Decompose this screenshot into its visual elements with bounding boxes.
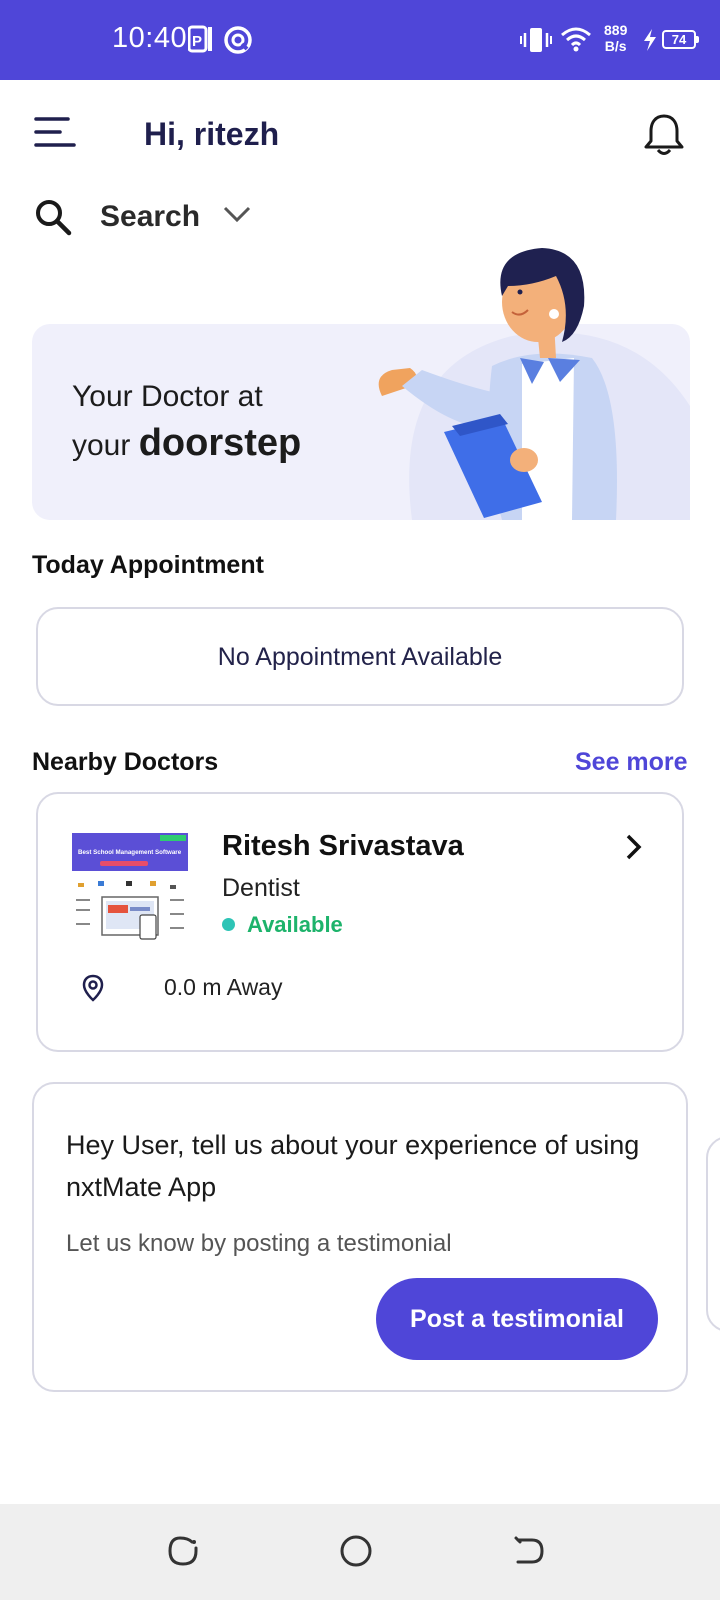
doctor-distance: 0.0 m Away	[164, 974, 283, 1000]
system-nav-bar	[0, 1504, 720, 1600]
bell-icon[interactable]	[643, 113, 685, 157]
wifi-icon	[561, 27, 591, 52]
status-dot	[222, 918, 235, 931]
home-icon[interactable]	[339, 1534, 373, 1568]
banner-line2: your doorstep	[72, 422, 301, 465]
status-time: 10:40	[112, 22, 188, 54]
today-appointment-title: Today Appointment	[32, 551, 264, 579]
network-speed-value: 889	[604, 22, 628, 38]
testimonial-subtitle: Let us know by posting a testimonial	[66, 1230, 452, 1257]
svg-text:P: P	[192, 33, 202, 50]
doctor-status-label: Available	[247, 912, 343, 937]
hamburger-menu-icon[interactable]	[34, 116, 78, 150]
testimonial-card: Hey User, tell us about your experience …	[32, 1082, 688, 1392]
doctor-thumbnail: Best School Management Software	[70, 827, 192, 945]
testimonial-title: Hey User, tell us about your experience …	[66, 1130, 640, 1202]
chevron-right-icon[interactable]	[624, 832, 644, 862]
search-dropdown[interactable]: Search	[34, 194, 274, 240]
doctor-illustration	[378, 248, 690, 520]
battery-icon: 74	[662, 30, 699, 49]
charging-icon	[644, 29, 656, 51]
vibrate-icon	[520, 28, 552, 52]
banner-line2-prefix: your	[72, 429, 139, 462]
location-pin-icon	[82, 974, 104, 1002]
recents-icon[interactable]	[166, 1534, 200, 1568]
doctor-specialty: Dentist	[222, 874, 300, 902]
thumbnail-headline: Best School Management Software	[78, 849, 182, 856]
banner-line2-bold: doorstep	[138, 422, 302, 464]
status-bar: 10:40 P 889 B/s 74	[0, 0, 720, 80]
post-testimonial-button[interactable]: Post a testimonial	[376, 1278, 658, 1360]
network-speed: 889 B/s	[604, 22, 627, 54]
banner-line1: Your Doctor at	[72, 380, 263, 413]
data-saver-icon	[224, 26, 252, 54]
appointment-card: No Appointment Available	[36, 607, 684, 706]
doctor-name: Ritesh Srivastava	[222, 830, 464, 862]
search-label: Search	[100, 200, 201, 233]
doctor-card[interactable]: Best School Management Software Ritesh S…	[36, 792, 684, 1052]
nearby-doctors-title: Nearby Doctors	[32, 748, 219, 776]
search-icon	[36, 200, 72, 236]
back-icon[interactable]	[512, 1534, 546, 1568]
next-card-peek[interactable]	[706, 1136, 720, 1332]
chevron-down-icon	[223, 206, 251, 223]
greeting-title: Hi, ritezh	[144, 116, 280, 152]
no-appointment-text: No Appointment Available	[217, 643, 503, 671]
network-speed-unit: B/s	[604, 38, 627, 54]
doctor-status: Available	[222, 912, 343, 938]
parking-icon: P	[188, 25, 212, 53]
see-more-link[interactable]: See more	[575, 748, 688, 777]
